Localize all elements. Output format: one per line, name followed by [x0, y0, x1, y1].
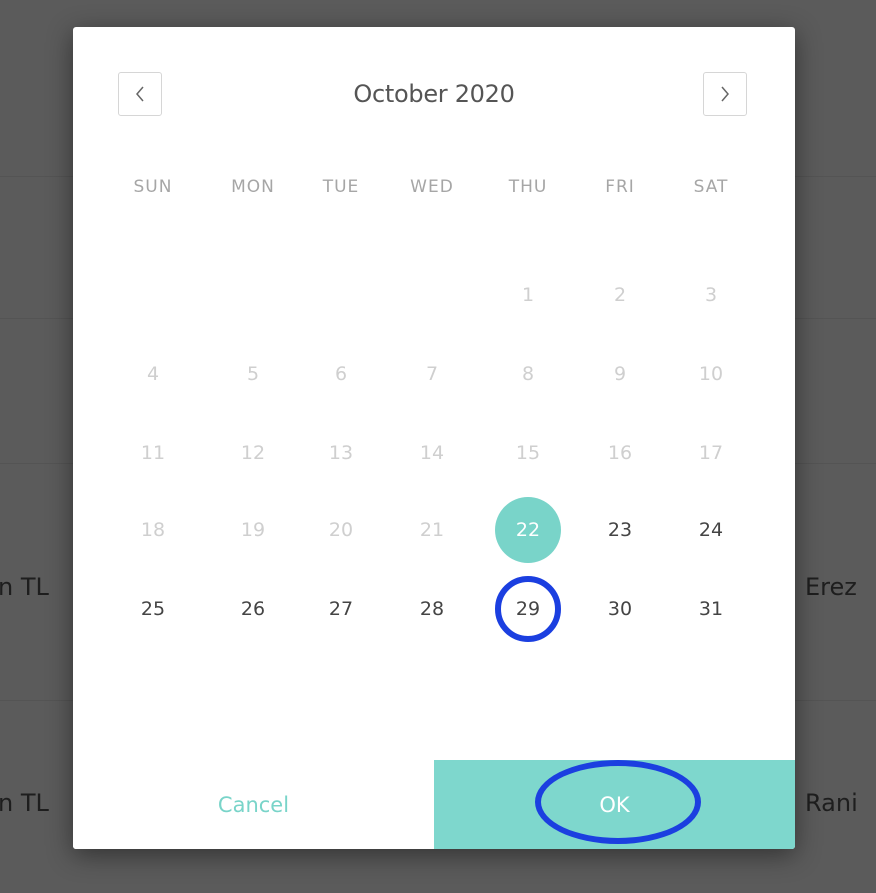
calendar-day: 11	[140, 442, 166, 464]
calendar-day[interactable]: 25	[120, 576, 186, 642]
weekday-label: SAT	[693, 177, 729, 197]
calendar-day: 18	[140, 519, 166, 541]
calendar-day[interactable]: 26	[220, 576, 286, 642]
calendar-day: 21	[419, 519, 445, 541]
chevron-right-icon	[721, 86, 729, 102]
weekday-label: SUN	[133, 177, 173, 197]
calendar-day-highlighted[interactable]: 29	[495, 576, 561, 642]
weekday-label: WED	[410, 177, 454, 197]
month-year-title: October 2020	[353, 80, 515, 108]
calendar-day: 2	[613, 284, 627, 306]
calendar-day[interactable]: 31	[678, 576, 744, 642]
calendar-day: 14	[419, 442, 445, 464]
weekday-label: THU	[508, 177, 548, 197]
calendar-day: 9	[613, 363, 627, 385]
calendar-day: 16	[607, 442, 633, 464]
calendar-day: 7	[425, 363, 439, 385]
cancel-button[interactable]: Cancel	[73, 760, 434, 849]
calendar-day: 19	[240, 519, 266, 541]
calendar-day[interactable]: 27	[308, 576, 374, 642]
calendar-day: 6	[334, 363, 348, 385]
background-row-text-right: Rani	[805, 789, 858, 817]
calendar-day[interactable]: 24	[678, 497, 744, 563]
calendar-day: 8	[521, 363, 535, 385]
weekday-label: TUE	[322, 177, 360, 197]
calendar-day: 10	[698, 363, 724, 385]
background-row-text-left: n TL	[0, 573, 49, 601]
ok-button[interactable]: OK	[434, 760, 795, 849]
weekday-label: MON	[231, 177, 275, 197]
calendar-day[interactable]: 23	[587, 497, 653, 563]
calendar-day: 17	[698, 442, 724, 464]
calendar-day: 5	[246, 363, 260, 385]
calendar-day: 12	[240, 442, 266, 464]
date-picker-dialog: October 2020 SUN MON TUE WED THU FRI SAT 12345…	[73, 27, 795, 849]
background-row-text-left: n TL	[0, 789, 49, 817]
background-row-text-right: Erez	[805, 573, 857, 601]
calendar-day: 20	[328, 519, 354, 541]
next-month-button[interactable]	[703, 72, 747, 116]
calendar-day-selected[interactable]: 22	[495, 497, 561, 563]
calendar-day[interactable]: 30	[587, 576, 653, 642]
calendar-day[interactable]: 28	[399, 576, 465, 642]
weekday-label: FRI	[605, 177, 635, 197]
calendar-day: 3	[704, 284, 718, 306]
calendar-day: 4	[146, 363, 160, 385]
calendar-day: 1	[521, 284, 535, 306]
calendar-day: 13	[328, 442, 354, 464]
calendar-day: 15	[515, 442, 541, 464]
